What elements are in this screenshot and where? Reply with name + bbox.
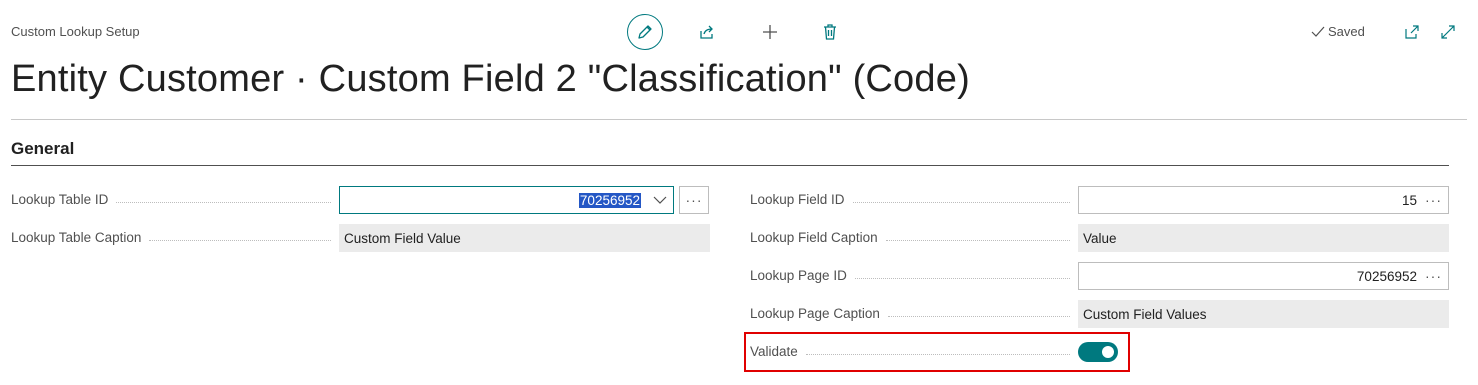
lookup-table-id-input[interactable]: 70256952 xyxy=(339,186,674,214)
open-new-window-icon xyxy=(1405,25,1419,39)
header-divider xyxy=(11,119,1467,120)
section-title-general[interactable]: General xyxy=(11,139,74,159)
saved-label: Saved xyxy=(1328,24,1365,39)
lookup-page-caption-label: Lookup Page Caption xyxy=(750,304,1078,324)
delete-icon xyxy=(824,24,836,40)
new-button[interactable] xyxy=(752,14,788,50)
more-icon[interactable]: ··· xyxy=(1425,268,1442,284)
saved-status: Saved xyxy=(1311,24,1365,39)
section-divider xyxy=(11,165,1449,166)
edit-button[interactable] xyxy=(627,14,663,50)
chevron-down-icon[interactable] xyxy=(653,195,667,205)
share-icon xyxy=(700,25,713,39)
plus-icon xyxy=(763,25,777,39)
share-button[interactable] xyxy=(689,14,725,50)
checkmark-icon xyxy=(1311,26,1325,37)
lookup-field-id-input[interactable]: 15 ··· xyxy=(1078,186,1449,214)
validate-toggle[interactable] xyxy=(1078,342,1118,362)
lookup-table-caption-value: Custom Field Value xyxy=(339,224,710,252)
lookup-page-id-value: 70256952 xyxy=(1356,268,1417,284)
edit-icon xyxy=(638,25,652,39)
lookup-field-id-label: Lookup Field ID xyxy=(750,190,1078,210)
lookup-page-id-input[interactable]: 70256952 ··· xyxy=(1078,262,1449,290)
page-title: Entity Customer · Custom Field 2 "Classi… xyxy=(11,58,970,100)
expand-icon xyxy=(1441,25,1455,39)
lookup-field-caption-label: Lookup Field Caption xyxy=(750,228,1078,248)
page-caption: Custom Lookup Setup xyxy=(11,24,140,39)
more-icon[interactable]: ··· xyxy=(1425,192,1442,208)
lookup-table-id-value: 70256952 xyxy=(578,192,641,208)
lookup-page-caption-value: Custom Field Values xyxy=(1078,300,1449,328)
lookup-table-caption-label: Lookup Table Caption xyxy=(11,228,339,248)
toggle-knob xyxy=(1102,346,1114,358)
open-new-window-button[interactable] xyxy=(1394,14,1430,50)
validate-label: Validate xyxy=(750,342,1078,362)
lookup-field-id-value: 15 xyxy=(1401,192,1417,208)
more-icon: ··· xyxy=(685,192,703,208)
lookup-field-caption-value: Value xyxy=(1078,224,1449,252)
lookup-page-id-label: Lookup Page ID xyxy=(750,266,1078,286)
lookup-table-id-label: Lookup Table ID xyxy=(11,190,339,210)
expand-button[interactable] xyxy=(1430,14,1466,50)
lookup-table-id-assist-button[interactable]: ··· xyxy=(679,186,709,214)
delete-button[interactable] xyxy=(812,14,848,50)
